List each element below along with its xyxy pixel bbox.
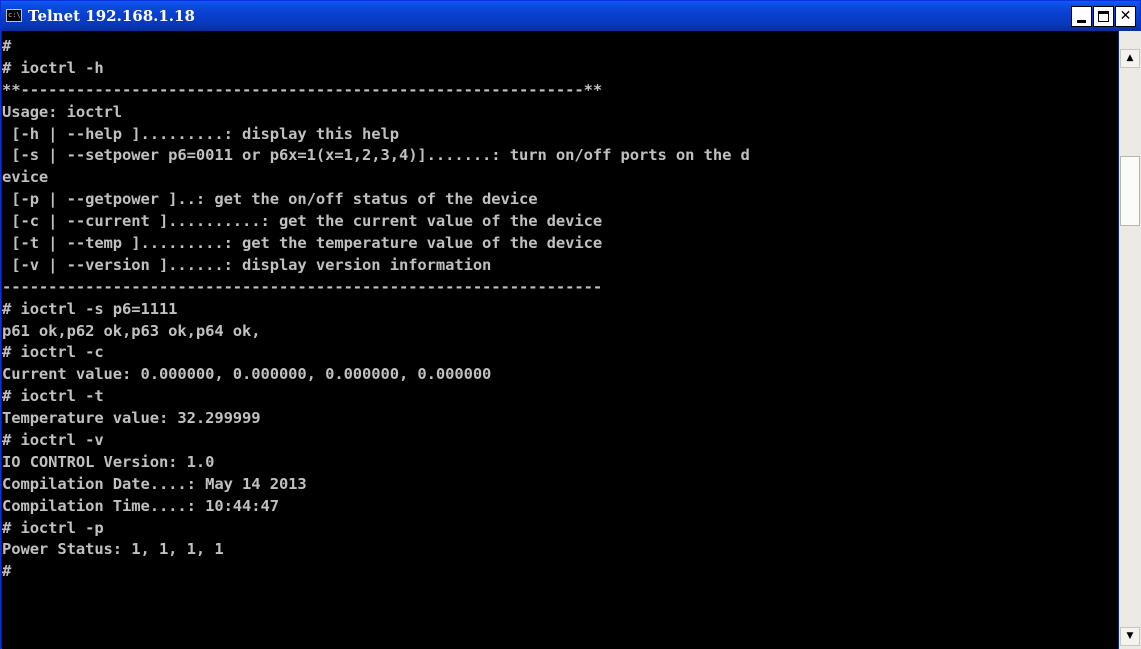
minimize-button[interactable] bbox=[1071, 6, 1092, 27]
close-button[interactable]: ✕ bbox=[1115, 6, 1136, 27]
maximize-icon bbox=[1098, 11, 1109, 22]
console-line: # bbox=[2, 37, 12, 55]
close-icon: ✕ bbox=[1119, 8, 1132, 24]
console-line: # ioctrl -t bbox=[2, 387, 104, 406]
console-line: # ioctrl -v bbox=[2, 431, 104, 450]
console-line: evice bbox=[2, 168, 49, 187]
console-line: # bbox=[2, 562, 12, 581]
console-line: # ioctrl -c bbox=[2, 343, 104, 362]
console-line: [-c | --current ]..........: get the cur… bbox=[2, 212, 603, 231]
console-line: ----------------------------------------… bbox=[2, 277, 603, 296]
console-line: p61 ok,p62 ok,p63 ok,p64 ok, bbox=[2, 321, 261, 340]
up-arrow-icon: ▲ bbox=[1126, 53, 1134, 63]
down-arrow-icon: ▼ bbox=[1126, 631, 1134, 641]
console-line: **--------------------------------------… bbox=[2, 80, 603, 99]
console-line: [-p | --getpower ]..: get the on/off sta… bbox=[2, 190, 538, 209]
console-output[interactable]: # # ioctrl -h **------------------------… bbox=[2, 31, 1118, 649]
console-line: [-h | --help ].........: display this he… bbox=[2, 124, 399, 143]
scroll-up-button[interactable]: ▲ bbox=[1120, 49, 1140, 68]
console-line: Compilation Time....: 10:44:47 bbox=[2, 496, 279, 515]
minimize-icon bbox=[1077, 20, 1086, 23]
telnet-window: c:\ Telnet 192.168.1.18 ✕ # # ioctrl -h … bbox=[0, 0, 1141, 649]
console-line: # ioctrl -s p6=1111 bbox=[2, 299, 178, 318]
console-line: Usage: ioctrl bbox=[2, 102, 123, 121]
console-line: Power Status: 1, 1, 1, 1 bbox=[2, 540, 224, 559]
scroll-thumb[interactable] bbox=[1120, 156, 1140, 226]
console-line: [-t | --temp ].........: get the tempera… bbox=[2, 234, 603, 253]
console-line: # ioctrl -p bbox=[2, 518, 104, 537]
console-line: Temperature value: 32.299999 bbox=[2, 409, 261, 428]
console-line: IO CONTROL Version: 1.0 bbox=[2, 452, 215, 471]
scroll-down-button[interactable]: ▼ bbox=[1120, 627, 1140, 646]
console-lines: # # ioctrl -h **------------------------… bbox=[2, 36, 750, 583]
console-line: # ioctrl -h bbox=[2, 58, 104, 77]
title-bar[interactable]: c:\ Telnet 192.168.1.18 ✕ bbox=[1, 1, 1140, 31]
console-line: [-s | --setpower p6=0011 or p6x=1(x=1,2,… bbox=[2, 146, 750, 165]
window-title: Telnet 192.168.1.18 bbox=[28, 7, 195, 25]
console-line: [-v | --version ]......: display version… bbox=[2, 255, 492, 274]
console-line: Compilation Date....: May 14 2013 bbox=[2, 474, 307, 493]
console-line: Current value: 0.000000, 0.000000, 0.000… bbox=[2, 365, 492, 384]
maximize-button[interactable] bbox=[1093, 6, 1114, 27]
vertical-scrollbar[interactable]: ▲ ▼ bbox=[1119, 31, 1141, 649]
console-app-icon[interactable]: c:\ bbox=[6, 9, 22, 22]
